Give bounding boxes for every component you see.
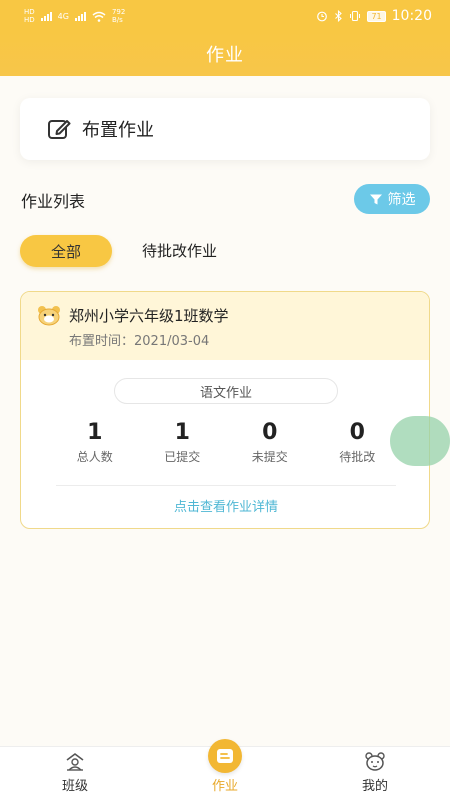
homework-stats: 1 总人数 1 已提交 0 未提交 0 待批改 xyxy=(51,420,401,465)
clock: 10:20 xyxy=(391,8,432,24)
stat-total-label: 总人数 xyxy=(76,450,113,464)
homework-date-value: 2021/03-04 xyxy=(134,334,210,349)
signal-icon-2 xyxy=(74,11,86,21)
homework-date: 布置时间：2021/03-04 xyxy=(69,330,209,349)
filter-icon xyxy=(369,194,382,204)
divider xyxy=(56,485,396,486)
sim1-label: HD xyxy=(24,8,35,16)
status-left: HD HD 4G 792 B/s xyxy=(24,8,125,24)
stat-total-value: 1 xyxy=(87,420,103,445)
view-detail-link[interactable]: 点击查看作业详情 xyxy=(21,496,429,515)
status-right: 71 10:20 xyxy=(316,8,432,24)
wifi-icon xyxy=(92,11,106,22)
status-bar: HD HD 4G 792 B/s 71 10:20 xyxy=(0,0,450,32)
bear-avatar-icon xyxy=(38,306,60,326)
stat-pending-review: 0 待批改 xyxy=(314,420,402,465)
edit-icon xyxy=(48,120,71,139)
stat-not-submitted-value: 0 xyxy=(262,420,278,445)
tab-homework[interactable]: 作业 xyxy=(150,739,300,800)
page-title: 作业 xyxy=(206,45,244,66)
assign-homework-button[interactable]: 布置作业 xyxy=(20,98,430,160)
network-speed: 792 B/s xyxy=(112,8,125,24)
homework-icon xyxy=(208,739,242,773)
nav-bar: 作业 xyxy=(0,32,450,76)
stat-submitted-label: 已提交 xyxy=(164,450,201,464)
speed-value: 792 xyxy=(111,8,126,16)
tab-profile-label: 我的 xyxy=(361,779,388,794)
tab-class-label: 班级 xyxy=(61,779,88,794)
network-label: 4G xyxy=(57,11,69,21)
tab-class[interactable]: 班级 xyxy=(0,747,150,800)
sim2-label: HD xyxy=(24,16,35,24)
homework-date-label: 布置时间： xyxy=(69,334,135,349)
signal-icon xyxy=(40,11,52,21)
stat-not-submitted: 0 未提交 xyxy=(226,420,314,465)
alarm-icon xyxy=(317,11,328,22)
homework-card-header: 郑州小学六年级1班数学 布置时间：2021/03-04 xyxy=(21,292,429,360)
class-icon xyxy=(66,753,84,771)
homework-list-title: 作业列表 xyxy=(21,192,86,211)
tab-all[interactable]: 全部 xyxy=(20,235,112,267)
speed-unit: B/s xyxy=(111,16,123,24)
filter-button[interactable]: 筛选 xyxy=(354,184,430,214)
stat-not-submitted-label: 未提交 xyxy=(251,450,288,464)
bottom-tab-bar: 班级 作业 我的 xyxy=(0,739,450,800)
tab-homework-label: 作业 xyxy=(211,779,238,794)
homework-card[interactable]: 郑州小学六年级1班数学 布置时间：2021/03-04 语文作业 1 总人数 1… xyxy=(20,291,430,529)
sim-indicators: HD HD xyxy=(24,8,35,24)
assign-homework-label: 布置作业 xyxy=(82,120,154,141)
homework-class-name: 郑州小学六年级1班数学 xyxy=(69,307,229,325)
vibrate-icon xyxy=(350,10,361,22)
tab-profile[interactable]: 我的 xyxy=(300,747,450,800)
stat-total: 1 总人数 xyxy=(51,420,139,465)
stat-submitted-value: 1 xyxy=(174,420,190,445)
bluetooth-icon xyxy=(335,10,343,22)
tab-pending-review[interactable]: 待批改作业 xyxy=(142,240,217,261)
stat-submitted: 1 已提交 xyxy=(139,420,227,465)
profile-icon xyxy=(365,752,385,771)
stat-pending-review-value: 0 xyxy=(349,420,365,445)
battery-icon: 71 xyxy=(367,10,386,22)
floating-assistant-button[interactable] xyxy=(390,416,450,466)
filter-label: 筛选 xyxy=(387,192,416,208)
stat-pending-review-label: 待批改 xyxy=(339,450,376,464)
homework-type-badge: 语文作业 xyxy=(114,378,338,404)
